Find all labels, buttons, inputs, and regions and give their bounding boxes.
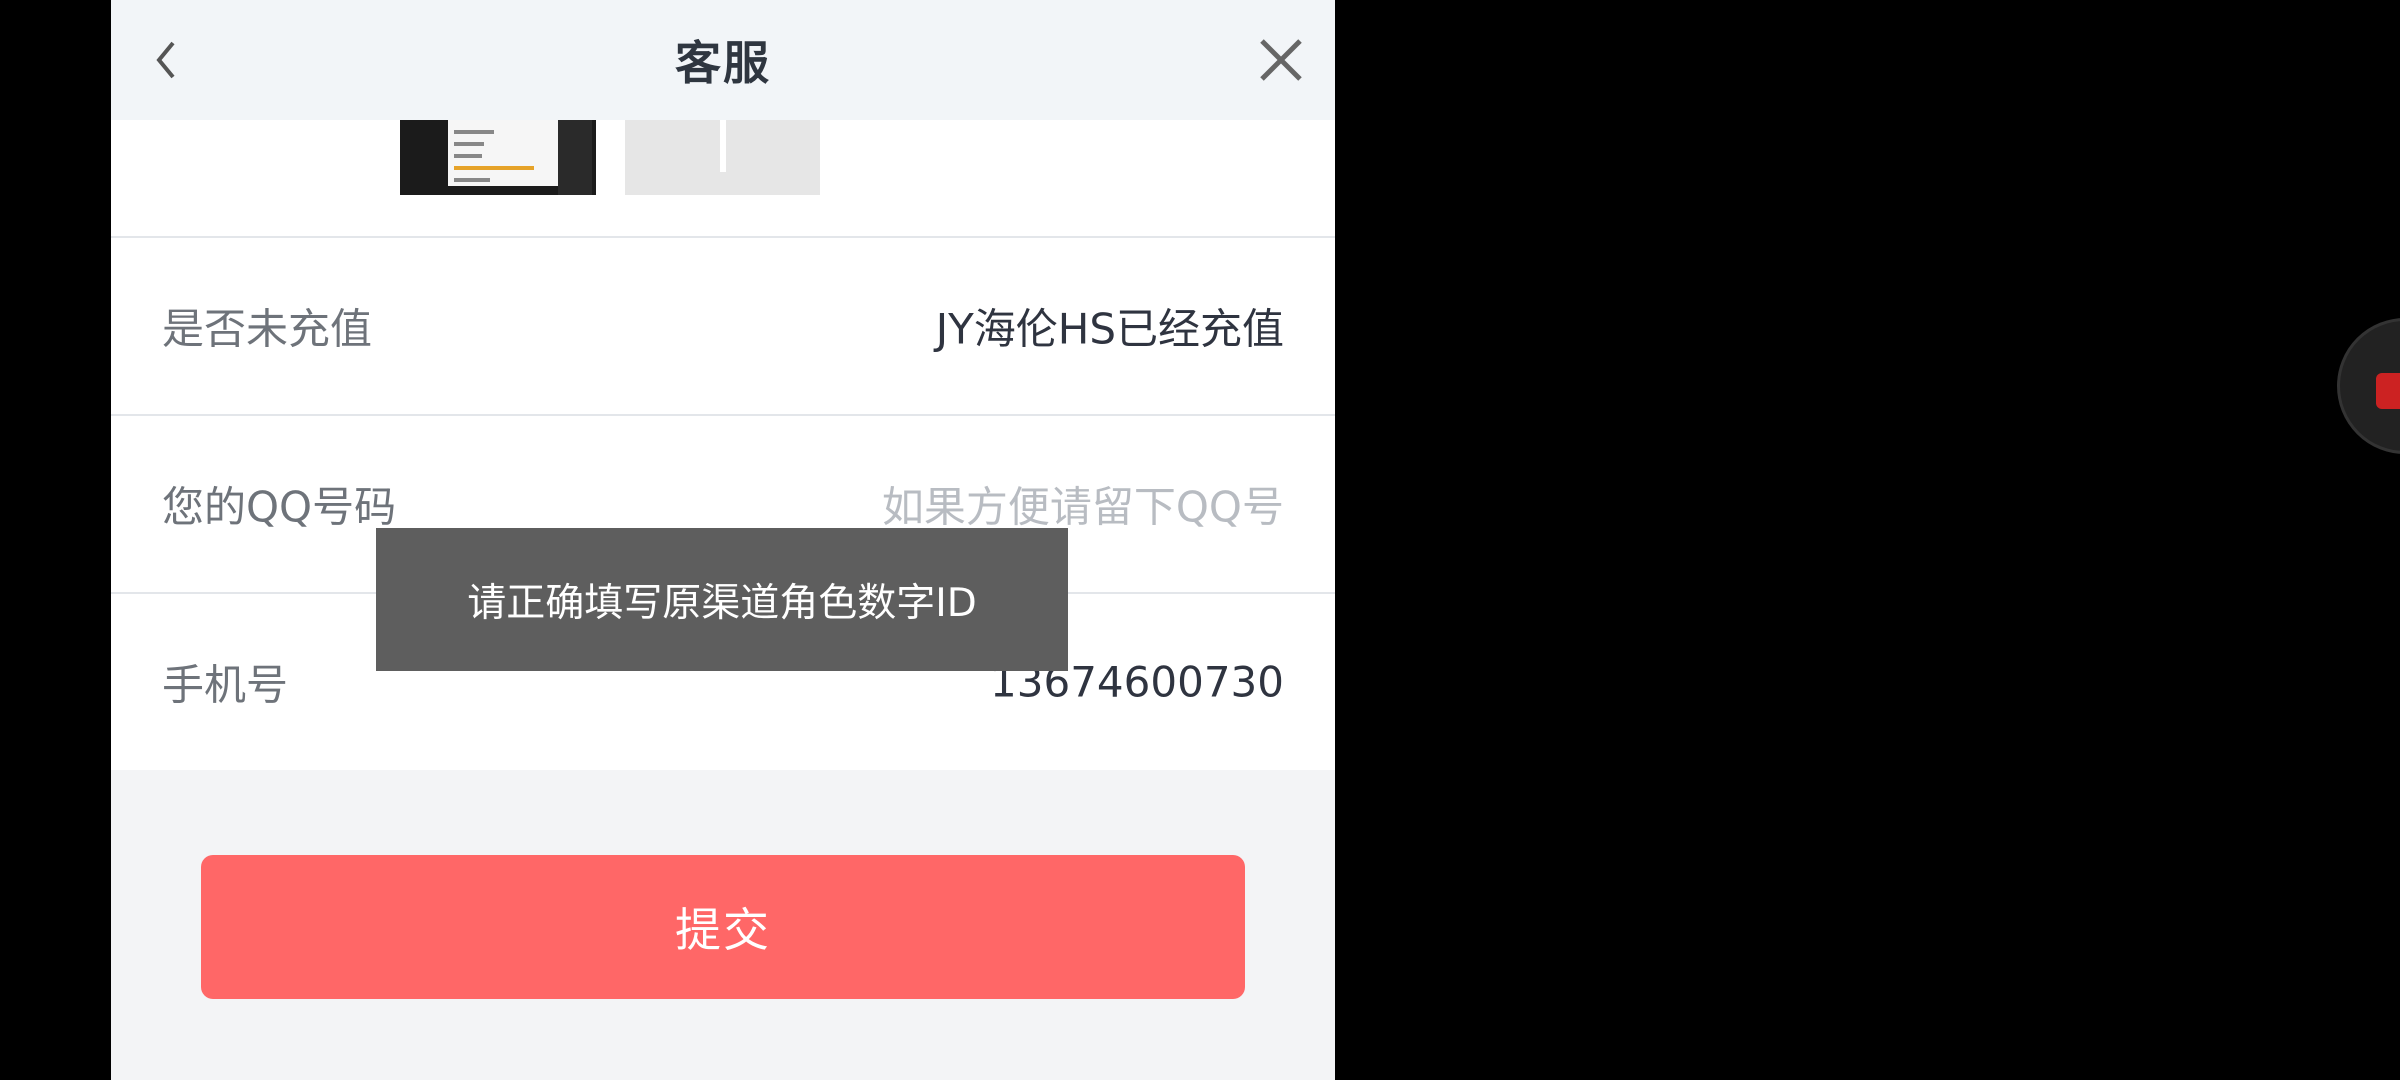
qq-number-label: 您的QQ号码 xyxy=(162,482,397,532)
close-button[interactable] xyxy=(1251,30,1311,90)
toast-message: 请正确填写原渠道角色数字ID xyxy=(376,528,1068,671)
thumbnail-side-bar xyxy=(558,120,592,195)
screenshot-thumbnail[interactable] xyxy=(400,120,596,195)
qq-number-input[interactable]: 如果方便请留下QQ号 xyxy=(882,474,1284,535)
recharge-status-label: 是否未充值 xyxy=(162,304,373,354)
floating-assistant-button[interactable] xyxy=(2337,318,2400,454)
chevron-left-icon xyxy=(156,41,175,79)
back-button[interactable] xyxy=(141,30,191,90)
page-title: 客服 xyxy=(675,36,771,90)
top-bar: 客服 xyxy=(111,0,1335,120)
close-icon xyxy=(1260,39,1302,81)
uploaded-images-row xyxy=(111,120,1335,236)
floating-icon xyxy=(2376,373,2400,409)
submit-button[interactable]: 提交 xyxy=(201,855,1245,999)
recharge-status-value[interactable]: JY海伦HS已经充值 xyxy=(936,296,1284,357)
customer-service-panel: 客服 是否未充值 JY海伦HS已经充值 您的QQ号码 如果方便请留下QQ号 手机… xyxy=(111,0,1335,1080)
phone-number-label: 手机号 xyxy=(162,660,289,710)
add-image-placeholder[interactable] xyxy=(625,120,820,195)
recharge-status-row: 是否未充值 JY海伦HS已经充值 xyxy=(111,236,1335,414)
